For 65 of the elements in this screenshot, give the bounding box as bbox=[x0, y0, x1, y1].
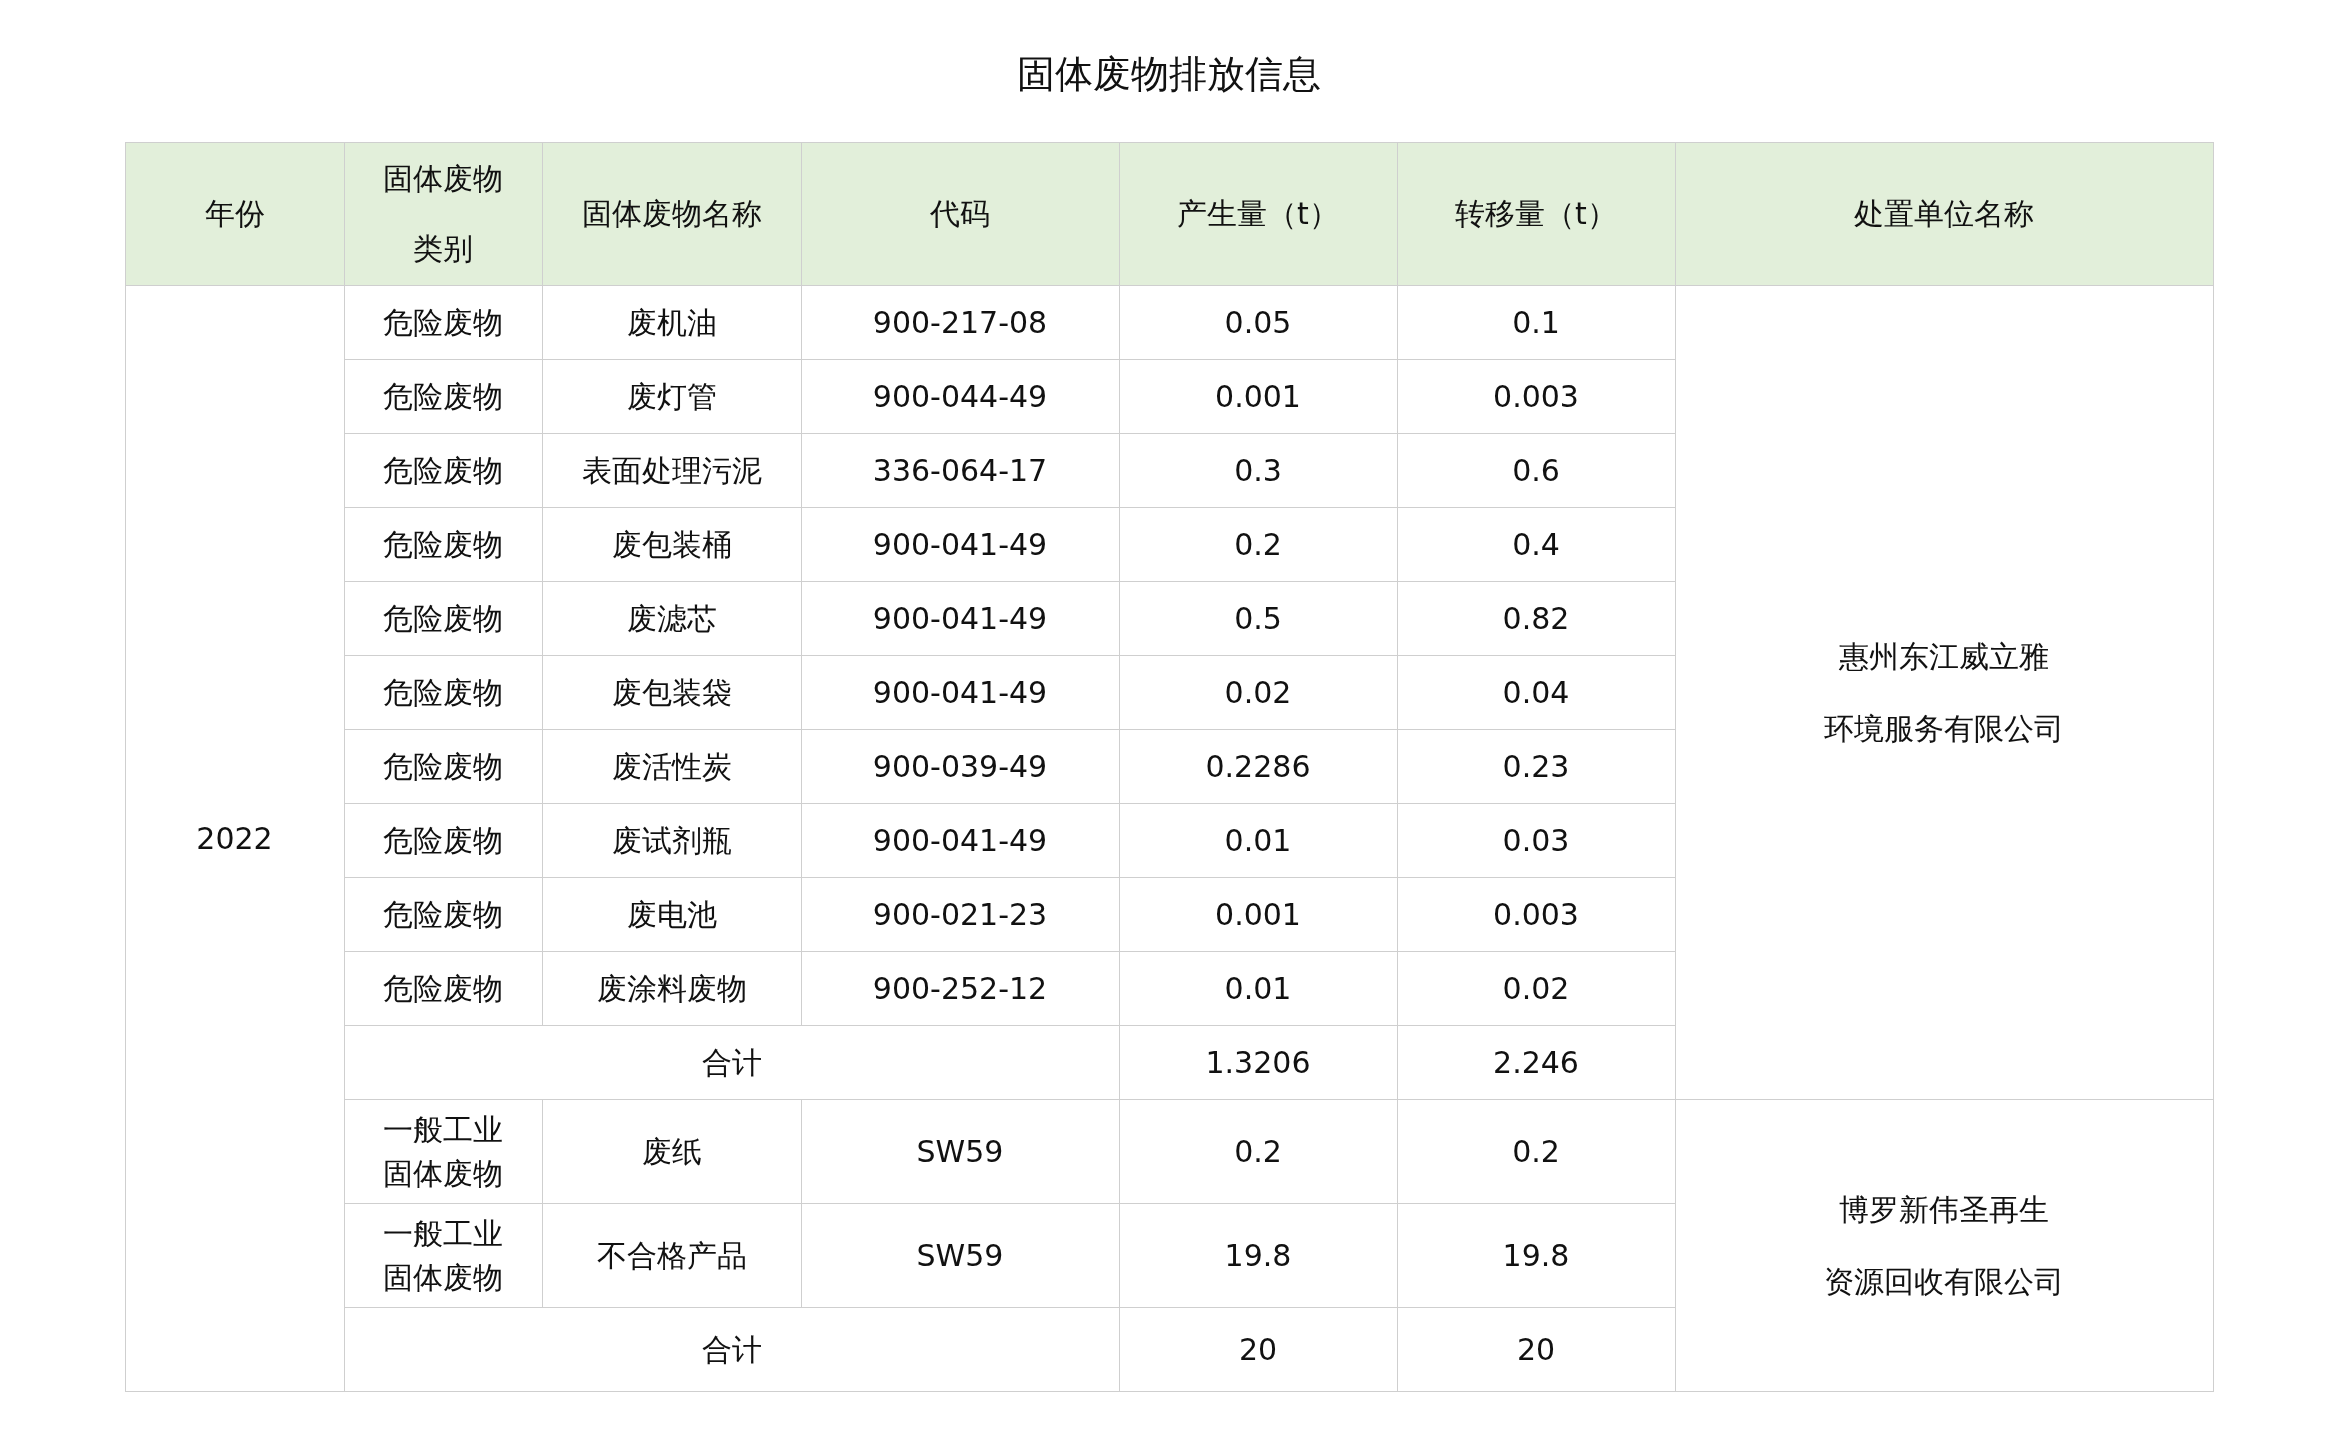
column-header: 转移量（t） bbox=[1397, 142, 1675, 286]
table-cell: 20 bbox=[1119, 1307, 1397, 1392]
table-cell: 0.02 bbox=[1119, 655, 1397, 730]
table-cell: SW59 bbox=[801, 1203, 1119, 1308]
table-cell: 危险废物 bbox=[344, 951, 542, 1026]
table-cell: 900-041-49 bbox=[801, 655, 1119, 730]
table-cell: 废活性炭 bbox=[542, 729, 801, 804]
table-cell: 336-064-17 bbox=[801, 433, 1119, 508]
table-cell: 900-252-12 bbox=[801, 951, 1119, 1026]
table-cell: 废滤芯 bbox=[542, 581, 801, 656]
table-cell: 危险废物 bbox=[344, 655, 542, 730]
table-cell: 合计 bbox=[344, 1307, 1119, 1392]
table-cell: 0.1 bbox=[1397, 285, 1675, 360]
table-cell: 一般工业 固体废物 bbox=[344, 1099, 542, 1204]
table-cell: 0.2 bbox=[1397, 1099, 1675, 1204]
column-header: 固体废物名称 bbox=[542, 142, 801, 286]
table-cell: 900-041-49 bbox=[801, 507, 1119, 582]
table-cell: 0.001 bbox=[1119, 359, 1397, 434]
table-cell: 危险废物 bbox=[344, 359, 542, 434]
table-cell: 危险废物 bbox=[344, 285, 542, 360]
table-cell: 废涂料废物 bbox=[542, 951, 801, 1026]
table-cell: 0.2 bbox=[1119, 507, 1397, 582]
table-cell: 废纸 bbox=[542, 1099, 801, 1204]
table-cell: 一般工业 固体废物 bbox=[344, 1203, 542, 1308]
table-cell: 惠州东江威立雅 环境服务有限公司 bbox=[1675, 285, 2213, 1100]
table-cell: 废机油 bbox=[542, 285, 801, 360]
table-cell: 废电池 bbox=[542, 877, 801, 952]
column-header: 产生量（t） bbox=[1119, 142, 1397, 286]
table-cell: 900-021-23 bbox=[801, 877, 1119, 952]
table-cell: 危险废物 bbox=[344, 433, 542, 508]
table-cell: 19.8 bbox=[1119, 1203, 1397, 1308]
table-cell: 危险废物 bbox=[344, 581, 542, 656]
column-header: 固体废物 类别 bbox=[344, 142, 542, 286]
table-cell: 900-039-49 bbox=[801, 729, 1119, 804]
page-title: 固体废物排放信息 bbox=[1017, 51, 1321, 98]
table-cell: 900-041-49 bbox=[801, 803, 1119, 878]
table-cell: 废试剂瓶 bbox=[542, 803, 801, 878]
table-cell: 2022 bbox=[125, 285, 344, 1392]
table-cell: 0.2286 bbox=[1119, 729, 1397, 804]
table-cell: 900-041-49 bbox=[801, 581, 1119, 656]
table-cell: 0.01 bbox=[1119, 803, 1397, 878]
column-header: 代码 bbox=[801, 142, 1119, 286]
table-cell: 危险废物 bbox=[344, 729, 542, 804]
table-cell: 废包装桶 bbox=[542, 507, 801, 582]
table-cell: 0.05 bbox=[1119, 285, 1397, 360]
column-header: 年份 bbox=[125, 142, 344, 286]
table-cell: 危险废物 bbox=[344, 803, 542, 878]
table-cell: 合计 bbox=[344, 1025, 1119, 1100]
table-cell: 表面处理污泥 bbox=[542, 433, 801, 508]
table-cell: 1.3206 bbox=[1119, 1025, 1397, 1100]
table-cell: 0.001 bbox=[1119, 877, 1397, 952]
table-cell: 博罗新伟圣再生 资源回收有限公司 bbox=[1675, 1099, 2213, 1392]
table-cell: 900-217-08 bbox=[801, 285, 1119, 360]
table-cell: 不合格产品 bbox=[542, 1203, 801, 1308]
table-cell: 0.01 bbox=[1119, 951, 1397, 1026]
table-cell: 0.3 bbox=[1119, 433, 1397, 508]
table-cell: 危险废物 bbox=[344, 877, 542, 952]
table-cell: 废灯管 bbox=[542, 359, 801, 434]
table-cell: 900-044-49 bbox=[801, 359, 1119, 434]
table-cell: 0.5 bbox=[1119, 581, 1397, 656]
table-cell: SW59 bbox=[801, 1099, 1119, 1204]
table-cell: 危险废物 bbox=[344, 507, 542, 582]
table-cell: 废包装袋 bbox=[542, 655, 801, 730]
table-cell: 0.2 bbox=[1119, 1099, 1397, 1204]
column-header: 处置单位名称 bbox=[1675, 142, 2213, 286]
